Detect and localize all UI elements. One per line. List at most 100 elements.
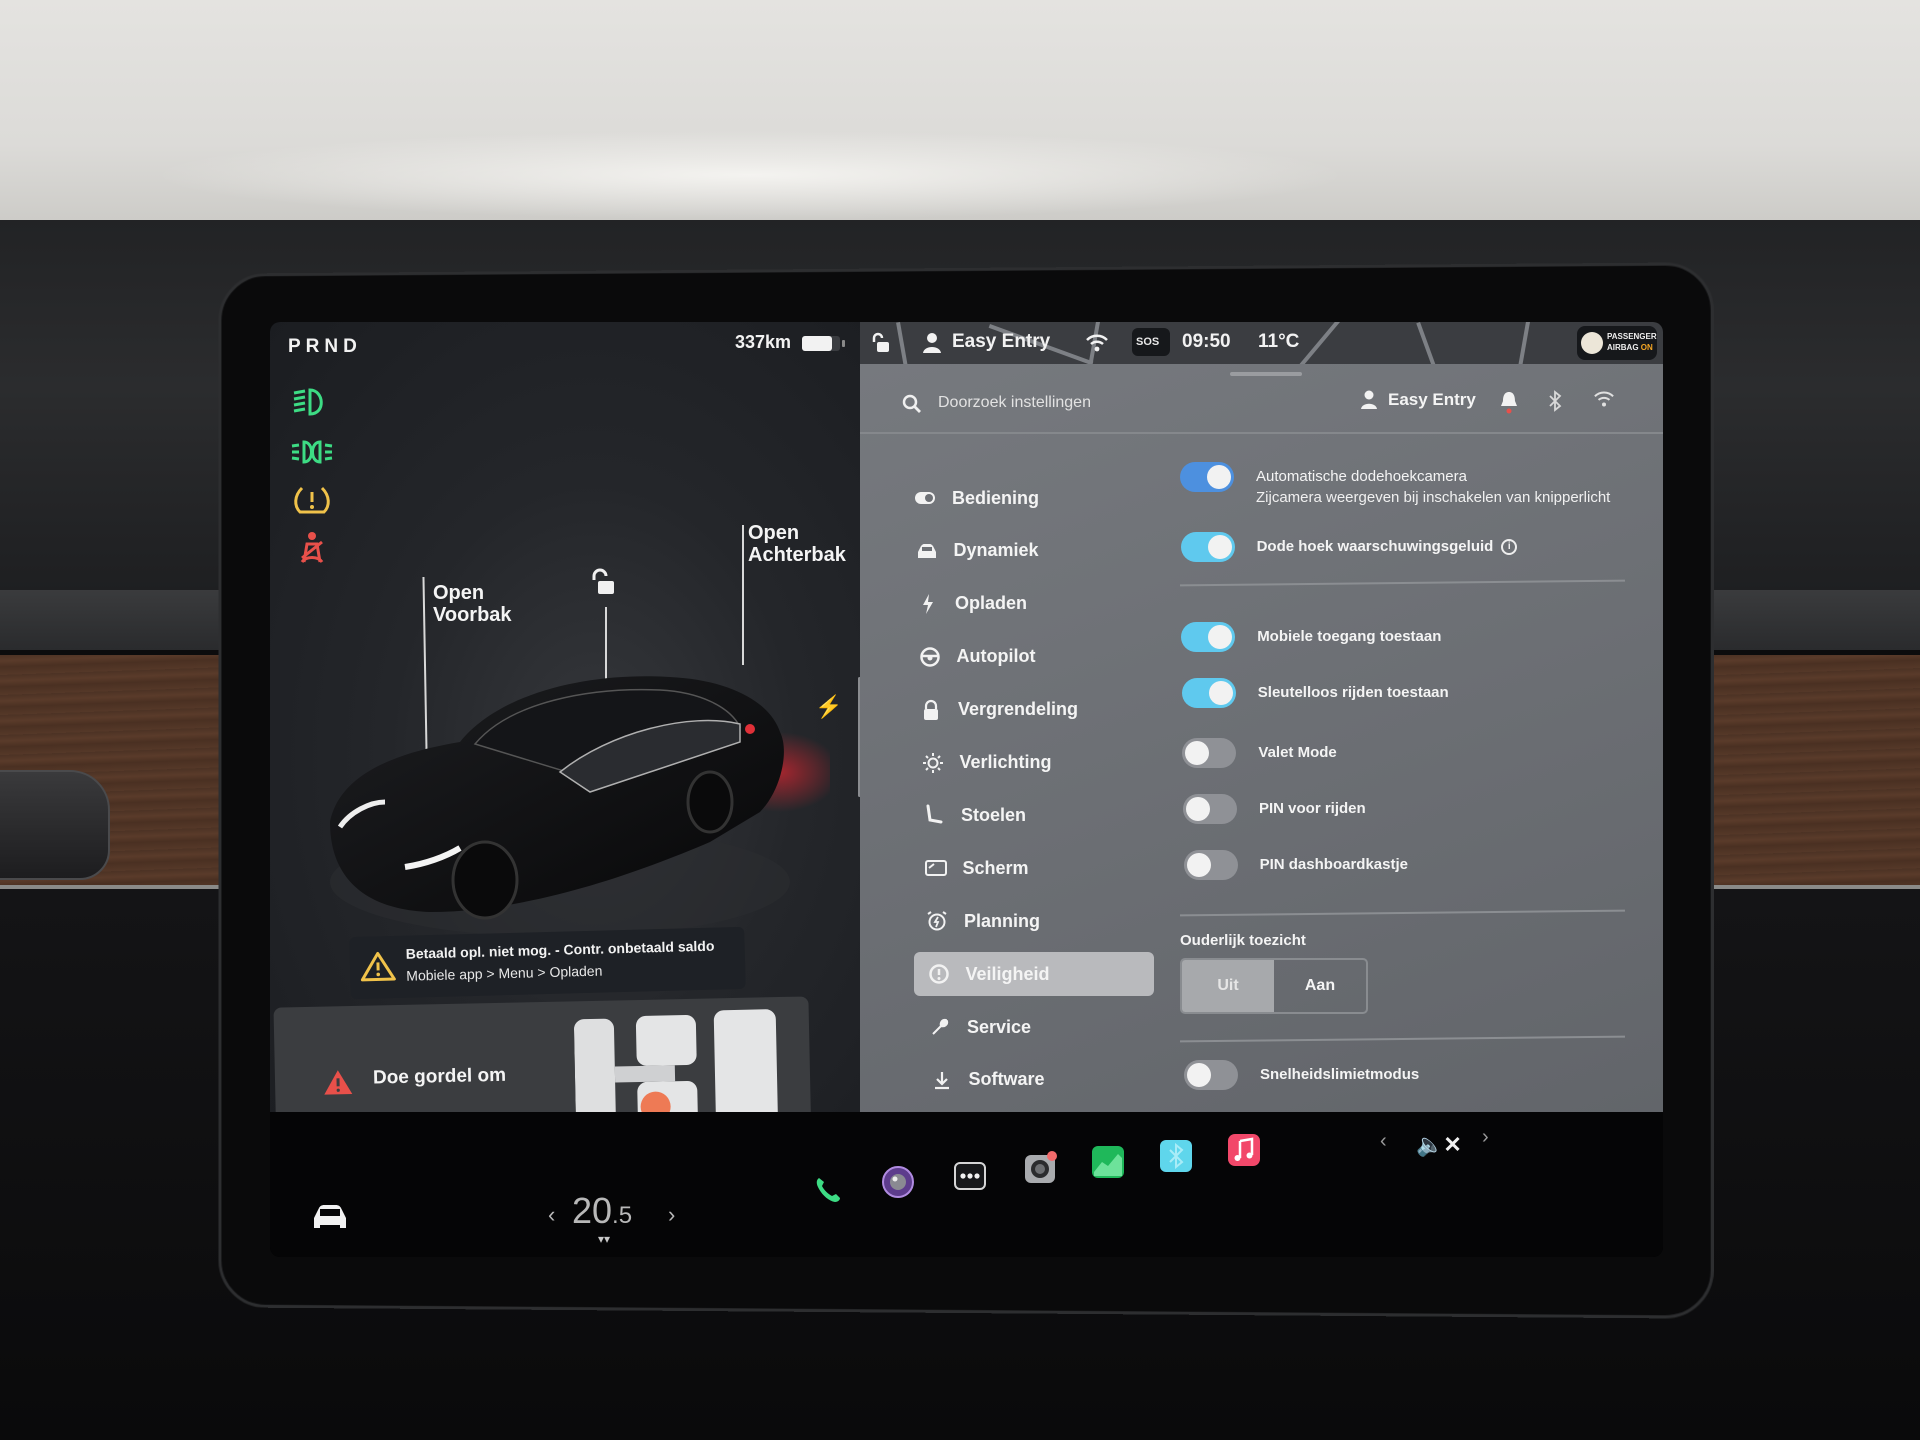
- sidebar-item-veiligheid[interactable]: Veiligheid: [913, 952, 1154, 997]
- battery-icon: [802, 336, 840, 351]
- option-label: Dode hoek waarschuwingsgeluid i: [1257, 532, 1518, 556]
- sidebar-item-scherm[interactable]: Scherm: [911, 846, 1151, 890]
- frunk-label-line2: Voorbak: [433, 604, 512, 626]
- option-row: Dode hoek waarschuwingsgeluid i: [1180, 532, 1641, 562]
- airbag-line1: PASSENGER: [1607, 332, 1657, 341]
- wifi-icon[interactable]: [1594, 390, 1614, 408]
- settings-search-input[interactable]: [938, 388, 1318, 418]
- temp-increase-button[interactable]: ›: [668, 1202, 675, 1228]
- sidebar-item-service[interactable]: Service: [915, 1005, 1155, 1049]
- sidebar-item-label: Dynamiek: [953, 540, 1039, 561]
- toggle-knob: [1208, 625, 1233, 649]
- info-icon[interactable]: i: [1501, 539, 1518, 556]
- touchscreen: PRND 337km Open Voorbak Open Achterbak ⚡…: [270, 322, 1663, 1257]
- toggle-switch[interactable]: [1181, 678, 1236, 708]
- temp-whole: 20: [572, 1190, 613, 1231]
- volume-down-button[interactable]: ‹: [1380, 1130, 1387, 1153]
- alert-triangle-icon: [324, 1070, 353, 1095]
- toggle-knob: [1186, 797, 1210, 821]
- energy-icon[interactable]: [1090, 1144, 1126, 1180]
- toggle-switch[interactable]: [1183, 850, 1238, 880]
- seatbelt-alert-text: Doe gordel om: [372, 1064, 507, 1089]
- sidebar-item-stoelen[interactable]: Stoelen: [909, 793, 1149, 837]
- seat-heater-icons[interactable]: ▾▾: [598, 1232, 610, 1246]
- option-label: Automatische dodehoekcamera: [1256, 468, 1467, 485]
- warning-triangle-icon: [360, 951, 396, 982]
- sidebar-item-autopilot[interactable]: Autopilot: [905, 635, 1145, 679]
- phone-icon[interactable]: [810, 1172, 846, 1208]
- parental-on-button[interactable]: Aan: [1274, 960, 1366, 1012]
- bottom-dock: ‹ 20.5 › ▾▾ ‹ 🔈✕ ›: [270, 1112, 1663, 1257]
- steering-wheel-icon: [919, 646, 941, 668]
- bolt-icon: [917, 593, 939, 615]
- option-row: Sleutelloos rijden toestaan: [1181, 678, 1642, 708]
- airbag-line2: AIRBAG ON: [1607, 343, 1653, 352]
- section-divider: [1180, 579, 1625, 587]
- option-label: Mobiele toegang toestaan: [1257, 628, 1442, 645]
- volume-up-button[interactable]: ›: [1482, 1126, 1489, 1149]
- battery-level-fill: [802, 336, 833, 351]
- sidebar-item-bediening[interactable]: Bediening: [900, 476, 1140, 520]
- volume-muted-icon[interactable]: 🔈✕: [1416, 1132, 1462, 1158]
- sidebar-item-vergrendeling[interactable]: Vergrendeling: [906, 688, 1146, 732]
- cabin-temperature[interactable]: 20.5: [572, 1190, 632, 1232]
- music-icon[interactable]: [1226, 1132, 1262, 1168]
- section-divider: [1180, 909, 1625, 917]
- toggle-knob: [1207, 465, 1231, 489]
- sos-label: SOS: [1136, 336, 1160, 348]
- option-row: Mobiele toegang toestaan: [1181, 622, 1641, 652]
- parental-off-button[interactable]: Uit: [1182, 960, 1274, 1012]
- section-divider: [1180, 1035, 1625, 1043]
- ceiling-glow: [150, 130, 1350, 220]
- option-label: Sleutelloos rijden toestaan: [1257, 684, 1449, 701]
- sidebar-item-software[interactable]: Software: [917, 1058, 1157, 1102]
- open-trunk-button[interactable]: Open Achterbak: [748, 522, 846, 566]
- toggle-knob: [1185, 741, 1210, 765]
- outside-temperature: 11°C: [1258, 331, 1300, 352]
- wifi-icon: [1086, 334, 1108, 352]
- car-controls-icon[interactable]: [310, 1202, 350, 1232]
- toggle-switch[interactable]: [1180, 532, 1235, 562]
- warning-title: Betaald opl. niet mog. - Contr. onbetaal…: [405, 937, 715, 962]
- option-row: Snelheidslimietmodus: [1184, 1060, 1644, 1090]
- sidebar-item-verlichting[interactable]: Verlichting: [908, 741, 1148, 785]
- header-profile-button[interactable]: Easy Entry: [1360, 390, 1476, 410]
- sos-button[interactable]: SOS: [1132, 328, 1170, 356]
- open-frunk-button[interactable]: Open Voorbak: [433, 582, 512, 626]
- sidebar-item-label: Stoelen: [961, 804, 1027, 825]
- toggle-switch[interactable]: [1182, 738, 1237, 768]
- sidebar-item-dynamiek[interactable]: Dynamiek: [902, 529, 1142, 573]
- parental-control-title: Ouderlijk toezicht: [1180, 932, 1306, 949]
- toggle-switch[interactable]: [1183, 794, 1237, 824]
- charging-warning-banner[interactable]: Betaald opl. niet mog. - Contr. onbetaal…: [349, 926, 746, 1000]
- toggle-knob: [1207, 535, 1232, 559]
- toggle-knob: [1208, 681, 1233, 705]
- status-profile-name[interactable]: Easy Entry: [952, 331, 1050, 353]
- status-bar: Easy Entry SOS 09:50 11°C PASSENGER AIRB…: [860, 322, 1663, 364]
- notification-bell-icon[interactable]: [1500, 390, 1518, 414]
- header-profile-name: Easy Entry: [1388, 390, 1476, 409]
- dashcam-icon[interactable]: [1022, 1150, 1058, 1186]
- sidebar-item-label: Scherm: [962, 857, 1029, 878]
- speed-limit-toggle[interactable]: [1184, 1060, 1238, 1090]
- download-icon: [931, 1069, 953, 1091]
- sidebar-item-planning[interactable]: Planning: [912, 899, 1152, 943]
- option-row: Valet Mode: [1182, 738, 1642, 768]
- bluetooth-icon[interactable]: [1548, 390, 1562, 412]
- temp-decrease-button[interactable]: ‹: [548, 1202, 555, 1228]
- car-model-image: [330, 676, 830, 937]
- passenger-airbag-badge: PASSENGER AIRBAG ON: [1577, 326, 1657, 360]
- toggle-switch[interactable]: [1181, 622, 1236, 652]
- bluetooth-app-icon[interactable]: [1158, 1138, 1194, 1174]
- more-apps-icon[interactable]: [952, 1158, 988, 1194]
- sidebar-item-opladen[interactable]: Opladen: [903, 582, 1143, 626]
- unlock-icon[interactable]: [588, 568, 618, 598]
- frunk-label-line1: Open: [433, 582, 485, 604]
- lock-status-icon[interactable]: [870, 332, 892, 354]
- display-icon: [924, 857, 947, 879]
- gear-selector: PRND: [288, 336, 362, 357]
- settings-header: Easy Entry: [860, 364, 1663, 434]
- camera-icon[interactable]: [880, 1164, 916, 1200]
- toggle-switch[interactable]: [1180, 462, 1234, 492]
- sidebar-item-label: Software: [968, 1069, 1045, 1090]
